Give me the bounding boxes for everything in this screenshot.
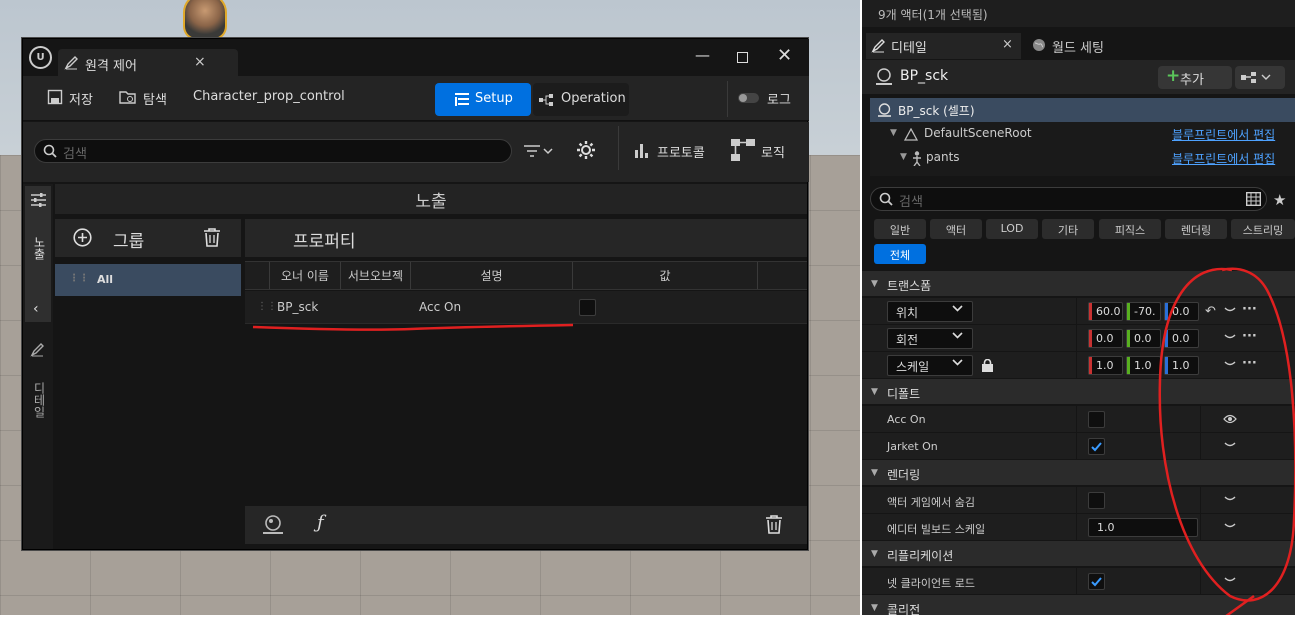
log-toggle[interactable] xyxy=(738,93,759,103)
remote-toolbar: 저장 탐색 Character_prop_control Setup Opera… xyxy=(23,76,809,121)
remote-search-row: 검색 프로토콜 로직 xyxy=(23,122,809,182)
sliders-icon xyxy=(31,192,46,208)
header-handle-cell xyxy=(245,262,270,289)
character-thumbnail xyxy=(183,0,227,40)
search-placeholder: 검색 xyxy=(63,147,87,162)
expose-header: 노출 xyxy=(55,184,807,214)
add-group-icon[interactable] xyxy=(73,228,92,247)
expose-side-label: 노출 xyxy=(32,236,46,260)
preset-name: Character_prop_control xyxy=(193,89,345,104)
function-icon[interactable]: ƒ xyxy=(317,512,324,533)
remote-control-window: U 원격 제어 × — ✕ 저장 탐색 Character_prop_contr… xyxy=(21,37,809,551)
setup-icon xyxy=(455,93,469,106)
browse-label: 탐색 xyxy=(143,93,167,108)
settings-gear-icon[interactable] xyxy=(576,140,596,160)
group-item-label: All xyxy=(97,273,114,286)
row-drag-handle-icon[interactable]: ⋮⋮ xyxy=(257,301,277,312)
remote-control-tab[interactable]: 원격 제어 × xyxy=(58,49,238,76)
group-header: 그룹 xyxy=(55,219,241,257)
expose-side-tab[interactable]: 노출 ‹ xyxy=(25,186,51,322)
operation-label: Operation xyxy=(561,91,626,106)
logic-icon xyxy=(731,139,755,161)
red-underline-annotation xyxy=(252,323,574,331)
filter-icon[interactable] xyxy=(523,144,555,158)
details-side-icon xyxy=(30,342,45,357)
toolbar-divider xyxy=(727,81,728,117)
setup-mode-button[interactable]: Setup xyxy=(435,83,531,116)
column-header-value[interactable]: 값 xyxy=(573,262,758,289)
details-panel: 9개 액터(1개 선택됨) 디테일 × 월드 세팅 BP_sck + 추가 BP… xyxy=(862,0,1295,615)
column-header-owner[interactable]: 오너 이름 xyxy=(270,262,341,289)
details-side-label[interactable]: 디테일 xyxy=(31,382,48,418)
setup-label: Setup xyxy=(475,91,513,106)
browse-icon xyxy=(119,89,137,105)
collapse-chevron-icon[interactable]: ‹ xyxy=(33,301,39,317)
row-description: Acc On xyxy=(419,300,462,314)
logic-label: 로직 xyxy=(761,146,785,161)
protocol-label: 프로토콜 xyxy=(657,146,705,161)
log-label: 로그 xyxy=(767,93,791,108)
delete-property-icon[interactable] xyxy=(766,515,782,534)
operation-icon xyxy=(539,94,554,106)
unreal-logo-icon: U xyxy=(29,46,52,69)
remote-control-tab-icon xyxy=(64,55,79,70)
property-table-header: 오너 이름 서브오브젝 설명 값 xyxy=(245,261,807,290)
row-owner: BP_sck xyxy=(277,300,319,314)
operation-mode-button[interactable]: Operation xyxy=(533,83,629,116)
delete-group-icon[interactable] xyxy=(204,228,220,247)
drag-handle-icon[interactable]: ⋮⋮ xyxy=(69,273,89,284)
search-input[interactable]: 검색 xyxy=(34,139,512,163)
red-circle-annotation xyxy=(1158,267,1295,615)
save-label: 저장 xyxy=(69,93,93,108)
actor-icon[interactable] xyxy=(262,515,284,535)
property-header: 프로퍼티 xyxy=(245,219,807,257)
tab-close-icon[interactable]: × xyxy=(194,54,206,70)
save-icon xyxy=(47,89,63,105)
close-window-button[interactable]: ✕ xyxy=(777,45,792,66)
column-header-description[interactable]: 설명 xyxy=(411,262,573,289)
left-side-tab-strip: 노출 ‹ 디테일 xyxy=(23,184,53,549)
tab-title: 원격 제어 xyxy=(85,59,137,74)
maximize-button[interactable] xyxy=(737,52,748,63)
row-value-checkbox[interactable] xyxy=(579,299,596,316)
group-item-all[interactable]: ⋮⋮ All xyxy=(55,264,241,296)
minimize-button[interactable]: — xyxy=(695,46,710,64)
group-label: 그룹 xyxy=(113,232,145,252)
window-titlebar: U 원격 제어 × — ✕ xyxy=(23,39,809,76)
search-icon xyxy=(43,144,57,158)
column-header-subobject[interactable]: 서브오브젝 xyxy=(341,262,411,289)
search-row-divider xyxy=(618,126,619,170)
protocol-icon xyxy=(635,142,649,158)
property-bottom-bar: ƒ xyxy=(245,506,807,544)
